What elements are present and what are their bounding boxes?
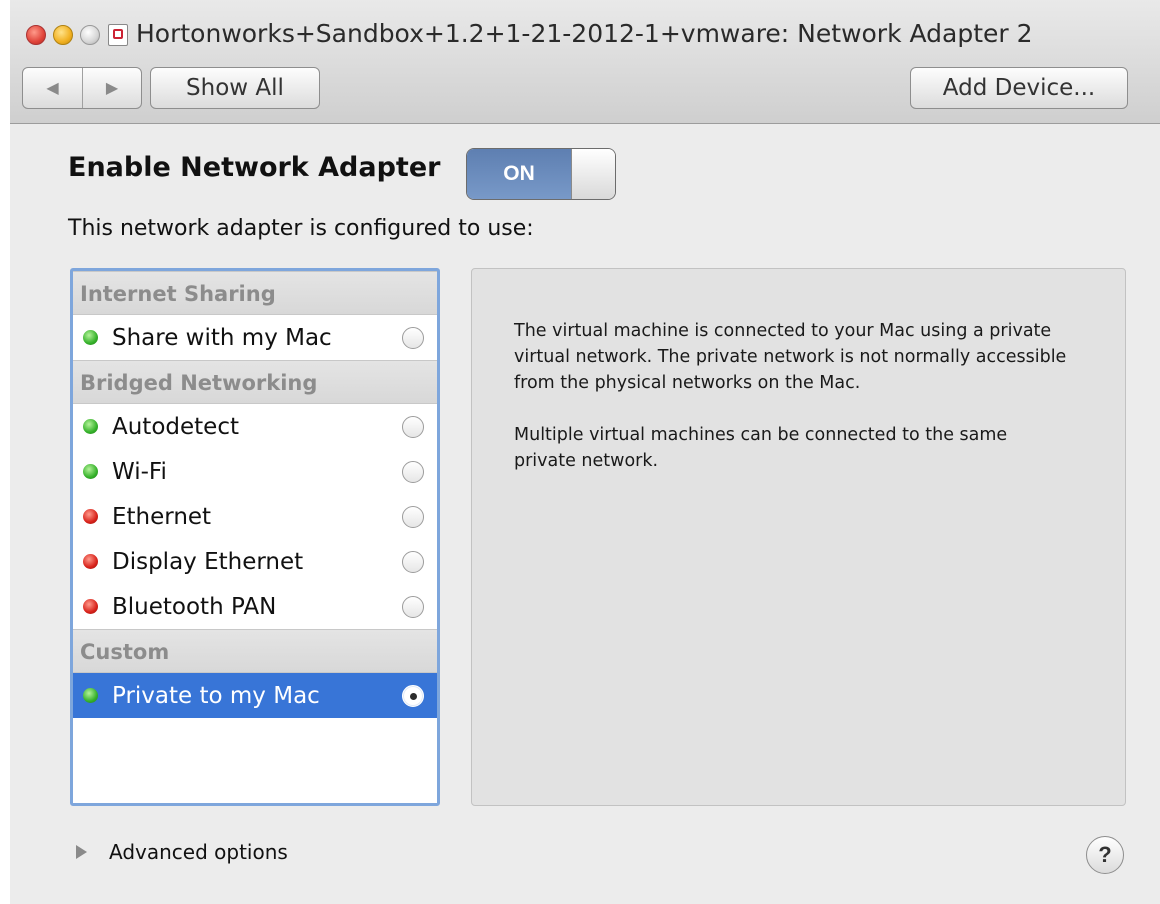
- help-button[interactable]: ?: [1086, 836, 1124, 874]
- radio-button[interactable]: [402, 326, 424, 349]
- back-button[interactable]: ◀: [23, 68, 82, 108]
- navigation-segment: ◀ ▶: [22, 67, 142, 109]
- radio-button[interactable]: [402, 595, 424, 618]
- close-window-button[interactable]: [26, 25, 46, 45]
- show-all-button[interactable]: Show All: [150, 67, 320, 109]
- status-green-icon: [83, 688, 98, 703]
- disclosure-triangle-icon[interactable]: [76, 845, 87, 859]
- list-item-share-with-my-mac[interactable]: Share with my Mac: [73, 315, 437, 360]
- list-item-display-ethernet[interactable]: Display Ethernet: [73, 539, 437, 584]
- list-item-label: Ethernet: [112, 503, 212, 530]
- network-connection-list: Internet Sharing Share with my Mac Bridg…: [70, 268, 440, 806]
- section-header-custom: Custom: [73, 629, 437, 673]
- status-green-icon: [83, 330, 98, 345]
- radio-button[interactable]: [402, 505, 424, 528]
- radio-button[interactable]: [402, 415, 424, 438]
- description-paragraph: The virtual machine is connected to your…: [514, 321, 1067, 393]
- list-item-autodetect[interactable]: Autodetect: [73, 404, 437, 449]
- section-header-internet-sharing: Internet Sharing: [73, 271, 437, 315]
- enable-adapter-toggle[interactable]: ON: [466, 148, 616, 200]
- forward-arrow-icon: ▶: [105, 80, 119, 97]
- list-item-label: Wi-Fi: [112, 458, 167, 485]
- status-red-icon: [83, 554, 98, 569]
- status-red-icon: [83, 509, 98, 524]
- list-item-private-to-my-mac[interactable]: Private to my Mac: [73, 673, 437, 718]
- description-paragraph: Multiple virtual machines can be connect…: [514, 425, 1008, 471]
- status-red-icon: [83, 599, 98, 614]
- minimize-window-button[interactable]: [53, 25, 73, 45]
- list-item-bluetooth-pan[interactable]: Bluetooth PAN: [73, 584, 437, 629]
- radio-button[interactable]: [402, 460, 424, 483]
- list-item-label: Bluetooth PAN: [112, 593, 277, 620]
- zoom-window-button[interactable]: [80, 25, 100, 45]
- network-description: The virtual machine is connected to your…: [514, 318, 1074, 474]
- vm-document-icon: [108, 24, 128, 46]
- advanced-options-disclosure[interactable]: Advanced options: [76, 840, 288, 864]
- configured-to-use-label: This network adapter is configured to us…: [68, 216, 534, 241]
- section-header-bridged-networking: Bridged Networking: [73, 360, 437, 404]
- status-green-icon: [83, 419, 98, 434]
- radio-button[interactable]: [402, 550, 424, 573]
- back-arrow-icon: ◀: [46, 80, 59, 97]
- status-green-icon: [83, 464, 98, 479]
- list-item-label: Share with my Mac: [112, 324, 332, 351]
- vm-settings-window: Hortonworks+Sandbox+1.2+1-21-2012-1+vmwa…: [10, 0, 1160, 904]
- toggle-knob[interactable]: [571, 149, 615, 199]
- enable-network-adapter-label: Enable Network Adapter: [68, 152, 441, 183]
- title-bar: Hortonworks+Sandbox+1.2+1-21-2012-1+vmwa…: [10, 0, 1160, 124]
- network-description-panel: The virtual machine is connected to your…: [471, 268, 1126, 806]
- list-item-label: Display Ethernet: [112, 548, 304, 575]
- toggle-on-label: ON: [467, 149, 571, 199]
- list-item-ethernet[interactable]: Ethernet: [73, 494, 437, 539]
- add-device-button[interactable]: Add Device...: [910, 67, 1128, 109]
- radio-button-selected[interactable]: [402, 684, 424, 707]
- list-item-label: Autodetect: [112, 413, 239, 440]
- window-title: Hortonworks+Sandbox+1.2+1-21-2012-1+vmwa…: [136, 19, 1033, 48]
- forward-button[interactable]: ▶: [81, 68, 141, 108]
- list-item-label: Private to my Mac: [112, 682, 320, 709]
- advanced-options-label: Advanced options: [109, 840, 288, 864]
- list-item-wifi[interactable]: Wi-Fi: [73, 449, 437, 494]
